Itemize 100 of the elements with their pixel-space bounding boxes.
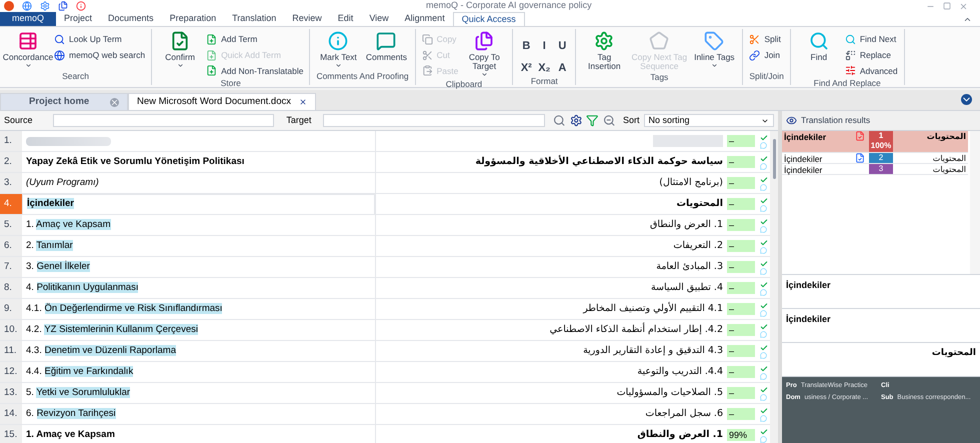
segment-number[interactable]: 7. [0, 257, 22, 278]
ribbon-button[interactable]: Confirm [158, 31, 202, 69]
segment-number[interactable]: 11. [0, 341, 22, 362]
sort-dropdown[interactable]: No sorting [644, 114, 774, 127]
eye-icon[interactable] [786, 115, 797, 126]
segment-number[interactable]: 1. [0, 131, 22, 152]
field-label: Source [4, 114, 33, 127]
ribbon-button[interactable]: Find [796, 31, 841, 62]
comment-icon[interactable] [760, 414, 767, 422]
match-rate: – [727, 282, 755, 294]
format-button[interactable]: X² [519, 61, 534, 75]
menu-tab[interactable]: Quick Access [452, 12, 525, 26]
segment-number[interactable]: 10. [0, 320, 22, 341]
documents-icon[interactable] [58, 1, 68, 11]
format-button[interactable]: I [537, 39, 552, 53]
segment-number[interactable]: 15. [0, 425, 22, 443]
ribbon-button[interactable]: Replace [844, 48, 898, 62]
ribbon-button[interactable]: Inline Tags [692, 31, 736, 69]
ribbon-button[interactable]: Comments [364, 31, 408, 62]
search-icon[interactable] [553, 114, 566, 127]
comment-icon[interactable] [760, 142, 767, 148]
segment-number[interactable]: 5. [0, 215, 22, 236]
search-icon [808, 31, 829, 51]
gear-icon[interactable] [40, 1, 50, 11]
match-source-preview: İçindekiler [786, 314, 831, 324]
sliders-icon [844, 65, 856, 76]
comment-icon[interactable] [760, 288, 767, 296]
scrollbar[interactable] [770, 131, 778, 443]
dropdown-icon[interactable] [961, 94, 972, 105]
segment-number[interactable]: 8. [0, 278, 22, 299]
result-source: İçindekiler [783, 164, 824, 174]
menu-tab[interactable]: Edit [330, 12, 362, 26]
segment-number[interactable]: 6. [0, 236, 22, 257]
menu-tab[interactable]: View [361, 12, 397, 26]
segment-number[interactable]: 14. [0, 404, 22, 425]
target-text: المحتويات [676, 196, 723, 211]
menu-tab[interactable]: Alignment [396, 12, 453, 26]
settings-icon[interactable] [570, 114, 582, 127]
comment-icon[interactable] [760, 352, 767, 358]
comment-icon[interactable] [760, 226, 767, 232]
target-text: سياسة حوكمة الذكاء الاصطناعي الأخلاقية والمسؤولة [475, 154, 723, 169]
comment-icon[interactable] [760, 184, 767, 190]
scrollbar[interactable] [970, 131, 980, 274]
app-logo-icon[interactable] [4, 1, 14, 11]
format-button[interactable]: X₂ [537, 61, 552, 75]
target-text: 1. العرض والنطاق [637, 428, 723, 442]
source-filter-field[interactable] [52, 114, 274, 127]
source-text: 2. Tanımlar [26, 238, 73, 253]
group-label: Tags [649, 71, 670, 84]
ribbon-button[interactable]: Tag Insertion [582, 31, 626, 71]
comment-icon[interactable] [760, 310, 767, 316]
segment-number[interactable]: 12. [0, 362, 22, 383]
match-rate: – [727, 219, 755, 231]
comment-icon[interactable] [760, 162, 767, 170]
format-button[interactable]: U [555, 39, 570, 53]
group-label: Store [220, 77, 242, 90]
segment-number[interactable]: 3. [0, 173, 22, 194]
close-icon[interactable] [299, 98, 307, 106]
menu-tab[interactable]: Documents [100, 12, 162, 26]
comment-icon[interactable] [760, 246, 767, 254]
ribbon-button[interactable]: Look Up Term [54, 33, 146, 46]
comment-icon[interactable] [760, 330, 767, 338]
ribbon-button[interactable]: Find Next [844, 33, 898, 46]
document-tab[interactable]: New Microsoft Word Document.docx [128, 93, 316, 110]
result-source: İçindekiler [783, 131, 828, 144]
collapse-icon[interactable] [963, 15, 972, 24]
ribbon-button[interactable]: Copy To Target [462, 31, 506, 78]
source-text: 1. Amaç ve Kapsam [26, 218, 110, 232]
pentagon-icon [649, 31, 670, 51]
menu-tab[interactable]: Review [284, 12, 330, 26]
target-filter-field[interactable] [323, 114, 546, 127]
menu-tab[interactable]: Preparation [162, 12, 224, 26]
ribbon-button[interactable]: Join [749, 48, 781, 62]
segment-number[interactable]: 9. [0, 299, 22, 320]
comment-icon[interactable] [760, 436, 767, 442]
result-target: المحتويات [926, 131, 967, 143]
ribbon-button[interactable]: Mark Text [316, 31, 360, 69]
menu-tab[interactable]: Translation [224, 12, 284, 26]
clear-search-icon[interactable] [602, 114, 616, 127]
ribbon-button[interactable]: Split [749, 33, 781, 46]
format-button[interactable]: B [519, 39, 534, 53]
ribbon-button[interactable]: Add Term [206, 33, 304, 46]
document-tab[interactable]: Project home [0, 93, 128, 110]
menu-tab[interactable]: Project [56, 12, 100, 26]
segment-number[interactable]: 2. [0, 152, 22, 173]
comment-icon[interactable] [760, 394, 767, 400]
ribbon-button[interactable]: Advanced [844, 64, 898, 78]
comment-icon[interactable] [760, 372, 767, 380]
scissors-icon [422, 50, 433, 61]
format-button[interactable]: A [555, 61, 570, 75]
link-icon [749, 50, 760, 61]
app-menu-button[interactable]: memoQ [0, 12, 56, 26]
target-text: 4.3 التدقيق و إعادة التقارير الدورية [583, 344, 723, 358]
restore-icon[interactable] [943, 2, 951, 10]
segment-number[interactable]: 13. [0, 383, 22, 404]
globe-icon[interactable] [22, 1, 32, 11]
comment-icon[interactable] [760, 204, 767, 212]
ribbon-button[interactable]: Add Non-Translatable [206, 64, 304, 78]
comment-icon[interactable] [760, 268, 767, 274]
ribbon-button[interactable]: memoQ web search [54, 48, 146, 62]
